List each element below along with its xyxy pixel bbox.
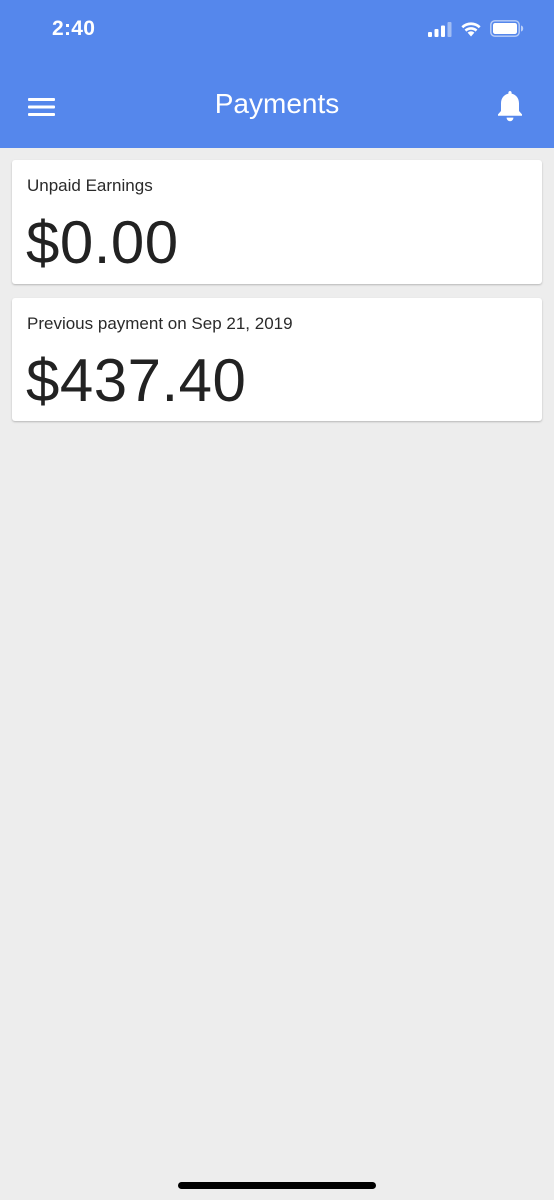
wifi-icon [461, 21, 481, 36]
status-time: 2:40 [52, 17, 96, 40]
home-indicator[interactable] [178, 1182, 376, 1189]
previous-payment-label: Previous payment on Sep 21, 2019 [27, 314, 293, 333]
previous-payment-amount: $437.40 [26, 347, 247, 414]
page-title: Payments [214, 88, 340, 119]
previous-payment-card: Previous payment on Sep 21, 2019 $437.40 [12, 298, 542, 421]
bell-icon [498, 91, 522, 122]
notifications-button[interactable] [492, 86, 528, 126]
hamburger-menu-icon [28, 98, 55, 116]
status-icons [428, 20, 524, 37]
unpaid-earnings-amount: $0.00 [26, 209, 179, 276]
unpaid-earnings-card: Unpaid Earnings $0.00 [12, 160, 542, 284]
unpaid-earnings-label: Unpaid Earnings [27, 176, 153, 195]
cellular-signal-icon [428, 21, 452, 37]
status-bar: 2:40 [0, 0, 554, 62]
menu-button[interactable] [22, 89, 62, 125]
battery-icon [490, 20, 524, 37]
app-bar: Payments [0, 62, 554, 148]
